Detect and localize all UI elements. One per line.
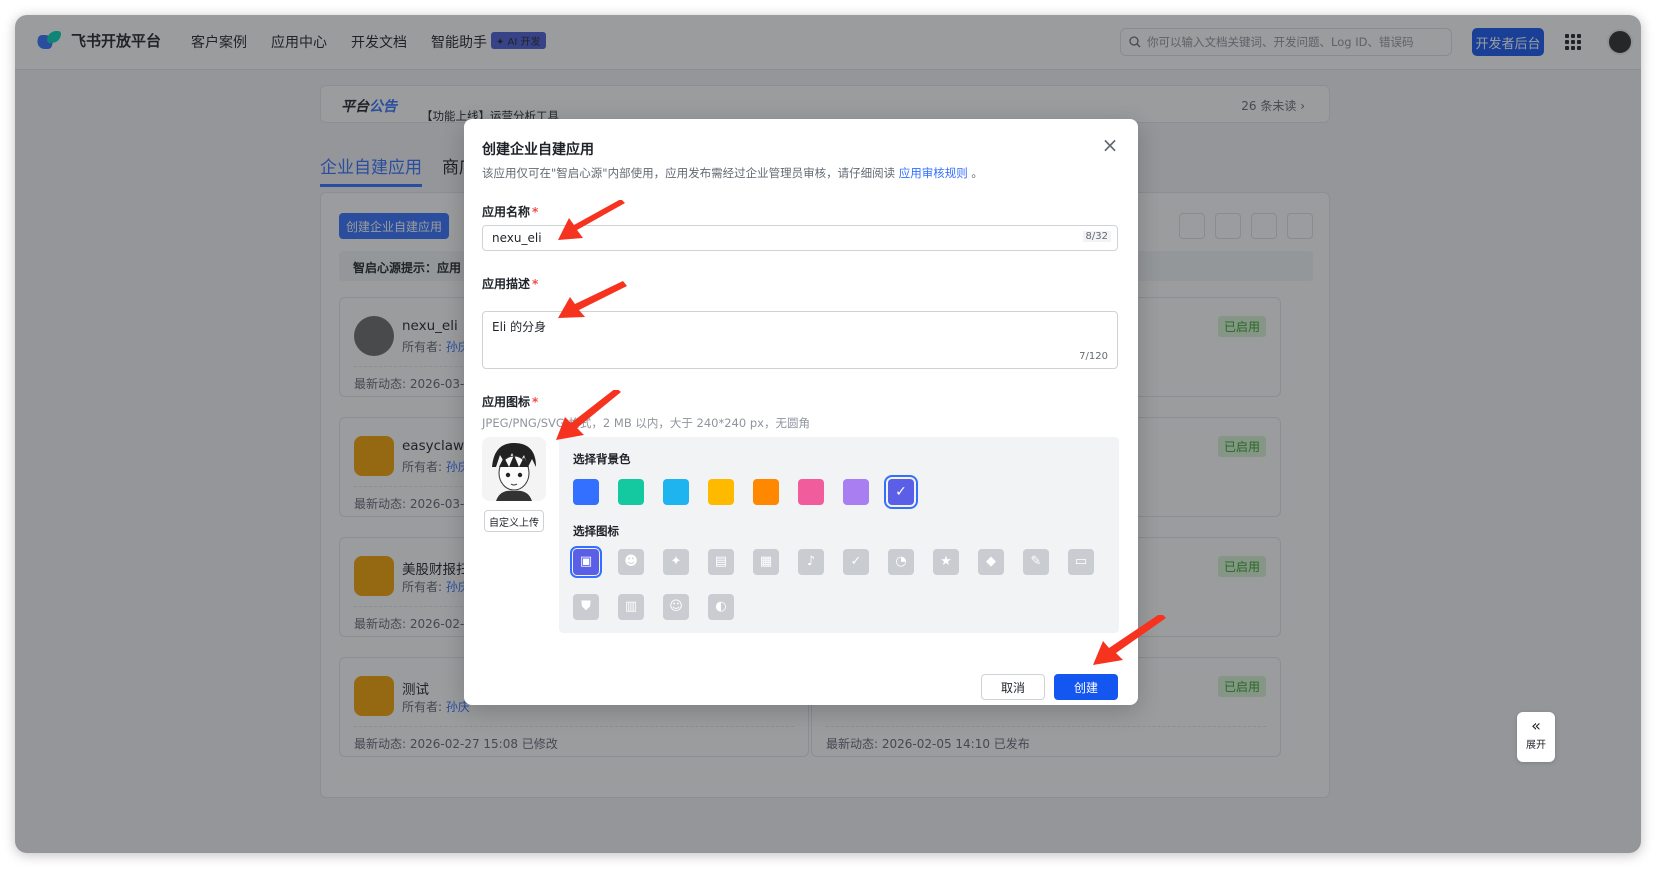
browser-window: 飞书开放平台 客户案例 应用中心 开发文档 智能助手 ✦ AI 开发 你可以输入文… — [15, 15, 1641, 853]
double-chevron-left-icon: « — [1531, 716, 1541, 735]
code-icon[interactable]: ◐ — [708, 594, 734, 620]
expand-label: 展开 — [1526, 740, 1546, 751]
app-description-value: Eli 的分身 — [492, 320, 547, 334]
robot-icon[interactable]: ☻ — [618, 549, 644, 575]
icon-picker-panel: 选择背景色 ✓ 选择图标 ▣ ☻ ✦ ▤ ▦ ♪ ✓ ◔ ★ ◆ ✎ ▭ ⛊ ▥ ☺ ◐ — [559, 437, 1119, 633]
checklist-icon[interactable]: ✓ — [843, 549, 869, 575]
color-swatch[interactable] — [708, 479, 734, 505]
annotation-arrow — [558, 200, 625, 240]
color-swatch[interactable] — [573, 479, 599, 505]
app-name-value: nexu_eli — [492, 231, 542, 245]
annotation-arrow — [558, 281, 627, 318]
icon-hint: JPEG/PNG/SVG 格式，2 MB 以内，大于 240*240 px，无圆… — [482, 416, 810, 430]
desc-counter: 7/120 — [1079, 351, 1108, 362]
icon-label-text: 应用图标 — [482, 395, 531, 409]
dialog-title: 创建企业自建应用 — [482, 142, 594, 158]
dialog-description: 该应用仅可在"智启心源"内部使用，应用发布需经过企业管理员审核，请仔细阅读 应用… — [482, 165, 983, 181]
color-swatch[interactable] — [843, 479, 869, 505]
annotation-arrow — [556, 390, 621, 440]
anime-avatar-icon — [482, 437, 546, 501]
briefcase-icon[interactable]: ▦ — [753, 549, 779, 575]
color-swatch[interactable] — [798, 479, 824, 505]
tag-icon[interactable]: ◆ — [978, 549, 1004, 575]
color-swatch[interactable]: ✓ — [884, 475, 918, 509]
review-rules-link[interactable]: 应用审核规则 — [899, 166, 968, 180]
expand-panel-button[interactable]: « 展开 — [1517, 712, 1555, 762]
annotation-arrow — [1093, 615, 1166, 665]
icon-preview — [482, 437, 546, 501]
desc-text: 该应用仅可在"智启心源"内部使用，应用发布需经过企业管理员审核，请仔细阅读 — [482, 166, 896, 180]
bulb-icon[interactable]: ✦ — [663, 549, 689, 575]
icon-pick-label: 选择图标 — [573, 524, 619, 538]
book-icon[interactable]: ▤ — [708, 549, 734, 575]
color-swatch[interactable] — [618, 479, 644, 505]
name-label: 应用名称 * — [482, 205, 539, 219]
bell-icon[interactable]: ♪ — [798, 549, 824, 575]
document-icon[interactable]: ▭ — [1068, 549, 1094, 575]
layout-icon[interactable]: ▥ — [618, 594, 644, 620]
people-icon[interactable]: ☺ — [663, 594, 689, 620]
cancel-button[interactable]: 取消 — [981, 674, 1045, 700]
desc-label: 应用描述 * — [482, 277, 539, 291]
bg-color-label: 选择背景色 — [573, 452, 631, 466]
desc-label-text: 应用描述 — [482, 277, 531, 291]
name-counter: 8/32 — [1082, 231, 1111, 242]
wrench-icon[interactable]: ✎ — [1023, 549, 1049, 575]
close-icon[interactable]: × — [1100, 135, 1120, 155]
name-label-text: 应用名称 — [482, 205, 531, 219]
desc-end: 。 — [971, 166, 983, 180]
cube-icon[interactable]: ▣ — [570, 546, 602, 578]
star-icon[interactable]: ★ — [933, 549, 959, 575]
chart-icon[interactable]: ◔ — [888, 549, 914, 575]
create-button[interactable]: 创建 — [1054, 674, 1118, 700]
color-swatch[interactable] — [663, 479, 689, 505]
color-swatch[interactable] — [753, 479, 779, 505]
custom-upload-button[interactable]: 自定义上传 — [484, 510, 544, 532]
shield-icon[interactable]: ⛊ — [573, 594, 599, 620]
icon-label: 应用图标 * — [482, 395, 539, 409]
